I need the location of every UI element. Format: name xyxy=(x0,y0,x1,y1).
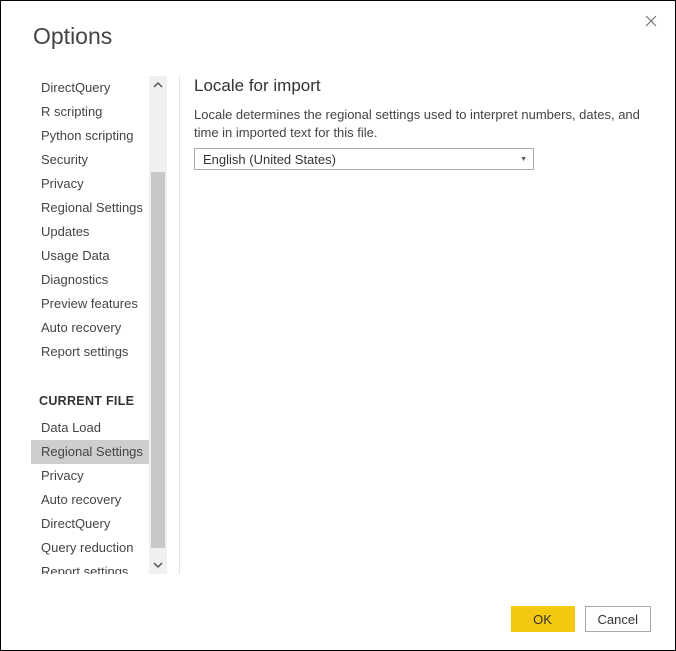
sidebar-item-global[interactable]: Usage Data xyxy=(31,244,149,268)
dialog-title: Options xyxy=(1,1,675,50)
panel-description: Locale determines the regional settings … xyxy=(194,106,651,142)
ok-button[interactable]: OK xyxy=(511,606,575,632)
sidebar-item-global[interactable]: Python scripting xyxy=(31,124,149,148)
panel-title: Locale for import xyxy=(194,76,651,96)
chevron-down-icon xyxy=(152,559,164,571)
main-panel: Locale for import Locale determines the … xyxy=(194,76,675,580)
sidebar-item-file[interactable]: DirectQuery xyxy=(31,512,149,536)
section-header-current-file: CURRENT FILE xyxy=(31,364,149,416)
sidebar-item-global[interactable]: Auto recovery xyxy=(31,316,149,340)
sidebar-scrollbar[interactable] xyxy=(149,76,167,574)
locale-dropdown-value: English (United States) xyxy=(203,152,336,167)
sidebar-item-file[interactable]: Report settings xyxy=(31,560,149,574)
chevron-up-icon xyxy=(152,79,164,91)
sidebar-item-global[interactable]: DirectQuery xyxy=(31,76,149,100)
sidebar-item-file[interactable]: Privacy xyxy=(31,464,149,488)
sidebar-item-global[interactable]: Security xyxy=(31,148,149,172)
scroll-up-button[interactable] xyxy=(149,76,167,94)
sidebar-item-file[interactable]: Auto recovery xyxy=(31,488,149,512)
sidebar-item-global[interactable]: Report settings xyxy=(31,340,149,364)
cancel-button[interactable]: Cancel xyxy=(585,606,651,632)
sidebar-item-global[interactable]: Privacy xyxy=(31,172,149,196)
options-sidebar: DirectQueryR scriptingPython scriptingSe… xyxy=(31,76,149,574)
chevron-down-icon: ▼ xyxy=(520,156,527,163)
sidebar-item-global[interactable]: Regional Settings xyxy=(31,196,149,220)
scroll-down-button[interactable] xyxy=(149,556,167,574)
locale-dropdown[interactable]: English (United States) ▼ xyxy=(194,148,534,170)
sidebar-item-global[interactable]: R scripting xyxy=(31,100,149,124)
sidebar-item-file[interactable]: Regional Settings xyxy=(31,440,149,464)
sidebar-item-file[interactable]: Query reduction xyxy=(31,536,149,560)
vertical-divider xyxy=(179,76,180,574)
sidebar-item-global[interactable]: Updates xyxy=(31,220,149,244)
sidebar-item-global[interactable]: Diagnostics xyxy=(31,268,149,292)
close-button[interactable] xyxy=(641,11,661,31)
sidebar-item-file[interactable]: Data Load xyxy=(31,416,149,440)
sidebar-item-global[interactable]: Preview features xyxy=(31,292,149,316)
close-icon xyxy=(645,15,657,27)
dialog-footer: OK Cancel xyxy=(511,606,651,632)
scroll-thumb[interactable] xyxy=(151,172,165,548)
